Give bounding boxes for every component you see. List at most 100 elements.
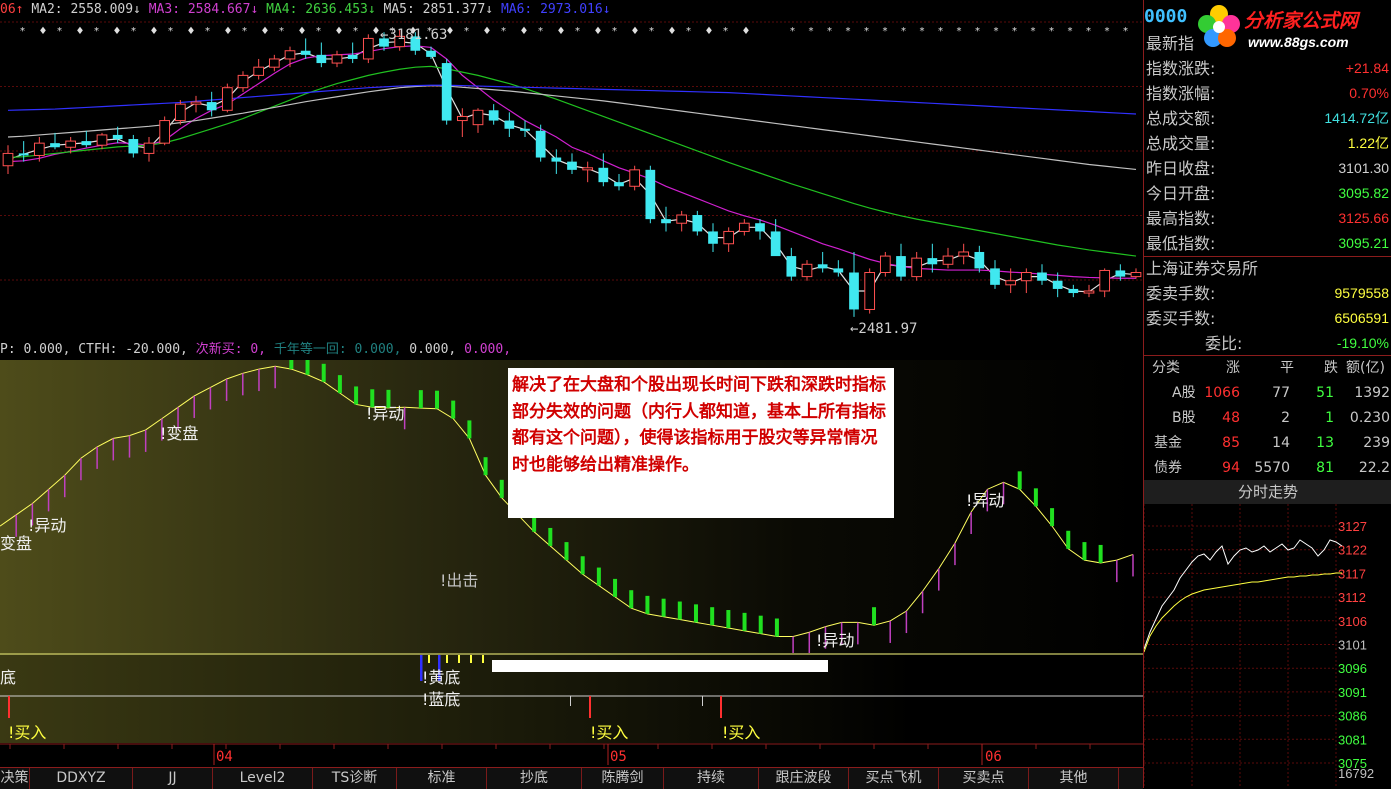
quote-row-amount: 总成交额: 1414.72亿 bbox=[1145, 106, 1391, 131]
tab-juece[interactable]: 决策 bbox=[0, 768, 30, 789]
indicator-tick-bar bbox=[564, 542, 569, 561]
candle-body bbox=[504, 120, 515, 129]
indicator-tick-bar bbox=[905, 611, 908, 634]
quote-label: 总成交额: bbox=[1146, 109, 1216, 128]
breadth-down: 1 bbox=[1325, 410, 1334, 426]
tab-maimaidian[interactable]: 买卖点 bbox=[939, 768, 1029, 789]
kline-panel[interactable]: * ♦ * ♦ * ♦ * ♦ * ♦ * ♦ * ♦ * ♦ * ♦ * ♦ * ♦ * ♦ * ♦ * ♦ * ♦ * ♦ * ♦ * ♦ * ♦ * ♦… bbox=[0, 0, 1143, 345]
order-row-ratio: 委比: -19.10% bbox=[1145, 331, 1391, 356]
signal-star-marker: * bbox=[975, 26, 980, 37]
tab-jj[interactable]: JJ bbox=[133, 768, 213, 789]
candle-body bbox=[661, 219, 671, 224]
indicator-tick-bar bbox=[499, 479, 504, 498]
tab-standard[interactable]: 标准 bbox=[397, 768, 487, 789]
tab-genzhuang[interactable]: 跟庄波段 bbox=[759, 768, 849, 789]
signal-star-marker: ♦ bbox=[483, 26, 492, 37]
ma6-label: MA6: 2973.016↓ bbox=[500, 2, 611, 17]
candle-body bbox=[567, 161, 577, 170]
minute-axis-tick: 3091 bbox=[1338, 685, 1367, 700]
yellow-bottom-bar bbox=[428, 655, 430, 663]
signal-star-marker: * bbox=[901, 26, 906, 37]
tab-chaodi[interactable]: 抄底 bbox=[487, 768, 582, 789]
signal-chuji: !出击 bbox=[440, 571, 479, 590]
quote-label: 今日开盘: bbox=[1146, 184, 1216, 203]
minute-axis-tick: 3127 bbox=[1338, 519, 1367, 534]
signal-star-marker: * bbox=[994, 26, 999, 37]
kline-chart[interactable]: * ♦ * ♦ * ♦ * ♦ * ♦ * ♦ * ♦ * ♦ * ♦ * ♦ * ♦ * ♦ * ♦ * ♦ * ♦ * ♦ * ♦ * ♦ * ♦ * ♦… bbox=[0, 0, 1143, 345]
indicator-tick-bar bbox=[63, 475, 66, 498]
signal-landi: !蓝底 bbox=[422, 690, 461, 709]
signal-yidong-2: !异动 bbox=[366, 404, 405, 423]
indicator-tick-bar bbox=[970, 511, 972, 534]
breadth-header-cell: 分类 bbox=[1152, 360, 1180, 376]
indicator-tick-bar bbox=[274, 366, 276, 389]
candle-body bbox=[833, 268, 844, 273]
indicator-tick-bar bbox=[128, 435, 131, 458]
quote-row-high: 最高指数: 3125.66 bbox=[1145, 206, 1391, 231]
quote-label: 指数涨跌: bbox=[1146, 59, 1216, 78]
candle-body bbox=[755, 223, 765, 232]
indicator-tick-bar bbox=[242, 373, 244, 396]
candle-body bbox=[786, 256, 797, 277]
date-axis: 04 05 06 bbox=[0, 743, 1143, 767]
candle-body bbox=[958, 251, 970, 257]
indicator-tick-bar bbox=[193, 395, 195, 418]
indicator-tick-bar bbox=[209, 387, 212, 410]
tab-chixu[interactable]: 持续 bbox=[664, 768, 759, 789]
candle-body bbox=[582, 167, 594, 171]
ma-prefix: 06↑ bbox=[0, 2, 24, 17]
signal-star-marker: * bbox=[1086, 26, 1091, 37]
tab-ddxyz[interactable]: DDXYZ bbox=[30, 768, 133, 789]
yellow-bottom-bar bbox=[482, 655, 484, 663]
candle-body bbox=[692, 215, 703, 232]
yellow-bottom-bar bbox=[458, 655, 460, 663]
quote-value: 3125.66 bbox=[1338, 210, 1389, 226]
signal-yidong-1: !异动 bbox=[28, 516, 67, 535]
breadth-up: 94 bbox=[1222, 460, 1240, 476]
signal-star-marker: * bbox=[538, 26, 543, 37]
candle-body bbox=[206, 102, 217, 111]
indicator-tick-bar bbox=[596, 567, 601, 586]
tab-chentengjian[interactable]: 陈腾剑 bbox=[582, 768, 664, 789]
candle-body bbox=[174, 103, 186, 122]
indicator-tick-bar bbox=[742, 612, 747, 631]
signal-star-marker: * bbox=[1123, 26, 1128, 37]
signal-star-marker: * bbox=[809, 26, 814, 37]
tab-qita[interactable]: 其他 bbox=[1029, 768, 1119, 789]
ma2-label: MA2: 2558.009↓ bbox=[31, 2, 141, 17]
tab-maidian-feiji[interactable]: 买点飞机 bbox=[849, 768, 939, 789]
signal-star-marker: * bbox=[353, 26, 358, 37]
candle-body bbox=[362, 37, 374, 60]
breadth-row: 债券 94 5570 81 22.2 bbox=[1144, 456, 1391, 481]
order-label: 委比: bbox=[1205, 334, 1243, 353]
indicator-tick-bar bbox=[47, 489, 50, 512]
indicator-tick-bar bbox=[710, 607, 715, 626]
candle-body bbox=[253, 66, 265, 76]
indicator-tick-bar bbox=[1033, 488, 1038, 507]
indicator-tick-bar bbox=[629, 590, 634, 609]
candle-body bbox=[112, 134, 123, 140]
tab-level2[interactable]: Level2 bbox=[213, 768, 313, 789]
breadth-name: B股 bbox=[1172, 410, 1196, 426]
signal-yidong-3: !异动 bbox=[816, 631, 855, 650]
high-price-label: ←3181.63 bbox=[380, 27, 448, 43]
order-label: 委买手数: bbox=[1146, 309, 1216, 328]
signal-star-marker: * bbox=[242, 26, 247, 37]
candle-body bbox=[81, 141, 92, 146]
signal-star-marker: ♦ bbox=[261, 26, 270, 37]
white-bar-marker bbox=[492, 660, 828, 672]
minute-chart-title[interactable]: 分时走势 bbox=[1144, 480, 1391, 504]
signal-star-marker: * bbox=[957, 26, 962, 37]
logo-area: 0000 分析家公式网 www.88gs.com bbox=[1144, 0, 1391, 50]
breadth-amount: 0.230 bbox=[1349, 410, 1390, 426]
signal-star-marker: ♦ bbox=[150, 26, 159, 37]
signal-star-marker: * bbox=[883, 26, 888, 37]
indicator-tick-bar bbox=[1116, 560, 1118, 583]
candle-body bbox=[614, 182, 624, 187]
breadth-flat: 2 bbox=[1281, 410, 1290, 426]
minute-chart[interactable]: 3127 3122 3117 3112 3106 3101 3096 3091 3086 3081… bbox=[1144, 504, 1391, 788]
indicator-tick-bar bbox=[1082, 542, 1087, 561]
indicator-tick-bar bbox=[1132, 554, 1134, 577]
tab-ts-diagnosis[interactable]: TS诊断 bbox=[313, 768, 397, 789]
quote-value: 1414.72亿 bbox=[1324, 110, 1389, 126]
